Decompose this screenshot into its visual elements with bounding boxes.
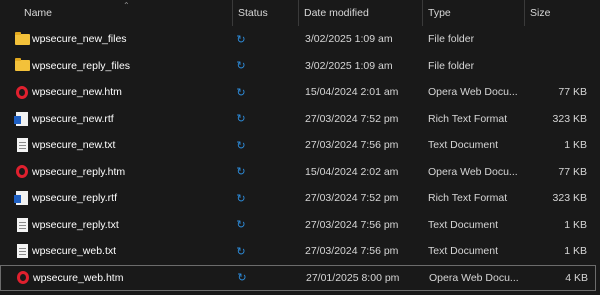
file-type: Opera Web Docu...: [428, 165, 518, 178]
column-header-type-label: Type: [428, 7, 451, 19]
file-row[interactable]: wpsecure_new.rtf ↻ 27/03/2024 7:52 pm Rich …: [0, 106, 596, 133]
column-header-bar: Name ⌃ Status Date modified Type Size: [0, 0, 600, 26]
file-name: wpsecure_new.txt: [32, 139, 116, 152]
sync-icon: ↻: [236, 166, 246, 179]
file-type: Text Document: [428, 245, 499, 258]
opera-icon: [14, 159, 30, 186]
file-date-modified: 3/02/2025 1:09 am: [305, 33, 393, 46]
file-row[interactable]: wpsecure_reply.txt ↻ 27/03/2024 7:56 pm Tex…: [0, 212, 596, 239]
column-header-status-label: Status: [238, 7, 268, 19]
file-row[interactable]: wpsecure_new_files ↻ 3/02/2025 1:09 am File…: [0, 26, 596, 53]
sync-icon: ↻: [236, 33, 246, 46]
file-row[interactable]: wpsecure_web.htm ↻ 27/01/2025 8:00 pm Opera…: [0, 264, 596, 291]
file-type: Text Document: [428, 218, 499, 231]
file-type: Opera Web Docu...: [429, 271, 519, 284]
file-size: [525, 26, 587, 53]
sync-icon: ↻: [236, 192, 246, 205]
file-list: wpsecure_new_files ↻ 3/02/2025 1:09 am File…: [0, 26, 600, 291]
column-header-name-label: Name: [24, 7, 53, 19]
column-header-size-label: Size: [530, 7, 551, 19]
file-size: 323 KB: [552, 192, 587, 205]
file-date-modified: 27/03/2024 7:52 pm: [305, 112, 399, 125]
word-rtf-icon: [14, 185, 30, 212]
file-type: Rich Text Format: [428, 192, 508, 205]
file-date-modified: 15/04/2024 2:02 am: [305, 165, 399, 178]
sort-ascending-icon: ⌃: [123, 1, 130, 10]
file-row[interactable]: wpsecure_reply_files ↻ 3/02/2025 1:09 am Fi…: [0, 53, 596, 80]
file-size: 77 KB: [558, 86, 587, 99]
file-date-modified: 15/04/2024 2:01 am: [305, 86, 399, 99]
file-row[interactable]: wpsecure_reply.rtf ↻ 27/03/2024 7:52 pm Ric…: [0, 185, 596, 212]
opera-icon: [14, 79, 30, 106]
sync-icon: ↻: [236, 219, 246, 232]
sync-icon: ↻: [236, 245, 246, 258]
column-header-size[interactable]: Size: [524, 0, 600, 26]
file-type: Text Document: [428, 139, 499, 152]
file-name: wpsecure_new.htm: [32, 86, 122, 99]
file-name: wpsecure_new.rtf: [32, 112, 114, 125]
file-name: wpsecure_reply_files: [32, 59, 131, 72]
file-type: Opera Web Docu...: [428, 86, 518, 99]
file-date-modified: 27/01/2025 8:00 pm: [306, 271, 400, 284]
sync-icon: ↻: [236, 113, 246, 126]
column-header-status[interactable]: Status: [232, 0, 298, 26]
column-header-date-label: Date modified: [304, 7, 369, 19]
sync-icon: ↻: [236, 86, 246, 99]
file-name: wpsecure_web.htm: [33, 271, 124, 284]
file-date-modified: 3/02/2025 1:09 am: [305, 59, 393, 72]
file-row[interactable]: wpsecure_web.txt ↻ 27/03/2024 7:56 pm Text …: [0, 238, 596, 265]
word-rtf-icon: [14, 106, 30, 133]
text-document-icon: [14, 238, 30, 265]
file-date-modified: 27/03/2024 7:56 pm: [305, 218, 399, 231]
file-row[interactable]: wpsecure_new.txt ↻ 27/03/2024 7:56 pm Text …: [0, 132, 596, 159]
file-size: 323 KB: [552, 112, 587, 125]
file-name: wpsecure_reply.htm: [32, 165, 126, 178]
file-type: File folder: [428, 33, 475, 46]
sync-icon: ↻: [237, 272, 247, 285]
file-size: [525, 53, 587, 80]
file-size: 4 KB: [565, 271, 588, 284]
file-name: wpsecure_web.txt: [32, 245, 117, 258]
file-type: Rich Text Format: [428, 112, 508, 125]
file-date-modified: 27/03/2024 7:52 pm: [305, 192, 399, 205]
text-document-icon: [14, 132, 30, 159]
file-name: wpsecure_reply.rtf: [32, 192, 118, 205]
file-size: 77 KB: [558, 165, 587, 178]
sync-icon: ↻: [236, 60, 246, 73]
file-type: File folder: [428, 59, 475, 72]
column-header-type[interactable]: Type: [422, 0, 524, 26]
file-row[interactable]: wpsecure_new.htm ↻ 15/04/2024 2:01 am Opera…: [0, 79, 596, 106]
opera-icon: [15, 266, 31, 291]
sync-icon: ↻: [236, 139, 246, 152]
column-header-name[interactable]: Name: [0, 0, 232, 26]
file-name: wpsecure_new_files: [32, 33, 127, 46]
file-size: 1 KB: [564, 245, 587, 258]
folder-icon: [14, 53, 30, 80]
file-date-modified: 27/03/2024 7:56 pm: [305, 245, 399, 258]
file-row[interactable]: wpsecure_reply.htm ↻ 15/04/2024 2:02 am Ope…: [0, 159, 596, 186]
file-date-modified: 27/03/2024 7:56 pm: [305, 139, 399, 152]
file-size: 1 KB: [564, 218, 587, 231]
column-header-date[interactable]: Date modified: [298, 0, 422, 26]
file-size: 1 KB: [564, 139, 587, 152]
text-document-icon: [14, 212, 30, 239]
file-name: wpsecure_reply.txt: [32, 218, 119, 231]
folder-icon: [14, 26, 30, 53]
